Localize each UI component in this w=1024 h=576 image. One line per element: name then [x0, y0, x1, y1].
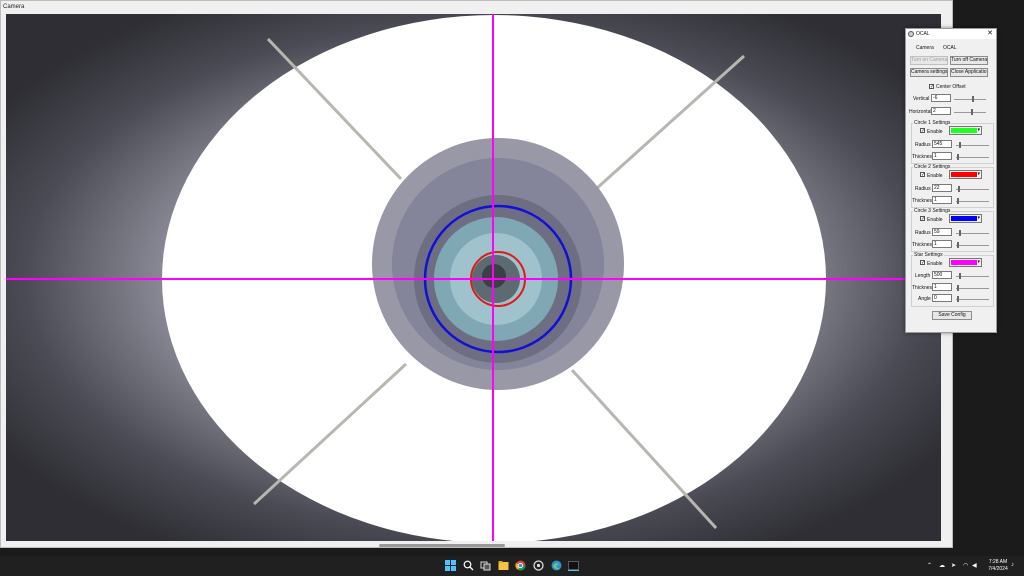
circle-1-radius-input[interactable]: 545: [932, 140, 952, 148]
tab-ocal[interactable]: OCAL: [943, 45, 957, 51]
horizontal-slider[interactable]: [954, 109, 986, 115]
close-icon[interactable]: ✕: [987, 29, 993, 37]
star-length-input[interactable]: 500: [932, 271, 952, 279]
telescope-view: [6, 14, 941, 541]
windows-start-icon[interactable]: [445, 560, 456, 571]
circle-3-radius-input[interactable]: 59: [932, 228, 952, 236]
vertical-input[interactable]: -6: [931, 94, 951, 102]
star-length-slider[interactable]: [956, 273, 989, 279]
center-offset-checkbox[interactable]: ✓: [929, 84, 934, 90]
chrome-icon[interactable]: [515, 560, 526, 571]
circle-2-enable-label: Enable: [927, 173, 943, 179]
file-explorer-icon[interactable]: [498, 560, 509, 571]
camera-feed: [6, 14, 941, 541]
vertical-slider[interactable]: [954, 96, 986, 102]
star-angle-slider[interactable]: [956, 296, 989, 302]
save-config-button[interactable]: Save Config: [932, 311, 972, 320]
horizontal-label: Horizontal: [909, 109, 932, 115]
circle-2-thickness-input[interactable]: 1: [932, 196, 952, 204]
camera-settings-button[interactable]: Camera settings: [910, 68, 948, 77]
star-angle-input[interactable]: 0: [932, 294, 952, 302]
ocal-panel: OCAL ✕ Camera OCAL Turn on Camera Turn o…: [905, 28, 997, 333]
circle-2-radius-slider[interactable]: [956, 186, 989, 192]
circle-3-thickness-input[interactable]: 1: [932, 240, 952, 248]
circle-1-title: Circle 1 Settings: [913, 120, 952, 126]
circle-3-enable-checkbox[interactable]: ✓: [920, 216, 925, 222]
circle-1-enable-checkbox[interactable]: ✓: [920, 128, 925, 134]
turn-on-camera-button[interactable]: Turn on Camera: [910, 56, 948, 65]
circle-3-title: Circle 3 Settings: [913, 208, 952, 214]
circle-3-enable-label: Enable: [927, 217, 943, 223]
vertical-label: Vertical: [913, 96, 930, 102]
speaker-icon[interactable]: ◀: [972, 562, 977, 569]
circle-2-radius-label: Radius: [915, 186, 931, 192]
circle-2-thickness-slider[interactable]: [956, 198, 989, 204]
circle-2-radius-input[interactable]: 22: [932, 184, 952, 192]
circle-1-radius-label: Radius: [915, 142, 931, 148]
circle-1-enable-label: Enable: [927, 129, 943, 135]
cloud-icon[interactable]: ☁: [939, 562, 945, 569]
circle-3-radius-slider[interactable]: [956, 230, 989, 236]
star-thickness-input[interactable]: 1: [932, 283, 952, 291]
star-enable-checkbox[interactable]: ✓: [920, 260, 925, 266]
circle-1-color-picker[interactable]: ▾: [949, 126, 982, 135]
horizontal-input[interactable]: 2: [931, 107, 951, 115]
star-thickness-slider[interactable]: [956, 285, 989, 291]
app-icon[interactable]: [533, 560, 544, 571]
circle-3-color-picker[interactable]: ▾: [949, 214, 982, 223]
circle-1-radius-slider[interactable]: [956, 142, 989, 148]
circle-3-thickness-slider[interactable]: [956, 242, 989, 248]
ocal-title: OCAL: [916, 31, 930, 37]
circle-2-color-picker[interactable]: ▾: [949, 170, 982, 179]
edge-icon[interactable]: [551, 560, 562, 571]
task-view-icon[interactable]: [480, 560, 491, 571]
star-enable-label: Enable: [927, 261, 943, 267]
circle-2-title: Circle 2 Settings: [913, 164, 952, 170]
star-settings-title: Star Settings: [913, 252, 944, 258]
terminal-icon[interactable]: [568, 560, 579, 571]
camera-window-title: Camera: [3, 4, 25, 10]
search-icon[interactable]: [463, 560, 474, 571]
tab-camera[interactable]: Camera: [916, 45, 934, 51]
notification-bell-icon[interactable]: ♪: [1011, 562, 1014, 568]
taskbar: ⌃ ☁ ➤ ◠ ◀ 7:28 AM 7/4/2024 ♪: [0, 556, 1024, 576]
close-application-button[interactable]: Close Application: [950, 68, 988, 77]
send-icon[interactable]: ➤: [951, 562, 956, 569]
circle-3-radius-label: Radius: [915, 230, 931, 236]
horizontal-scrollbar[interactable]: [379, 544, 505, 547]
center-offset-label: Center Offset: [936, 84, 966, 90]
circle-1-thickness-slider[interactable]: [956, 154, 989, 160]
star-angle-label: Angle: [918, 296, 931, 302]
wifi-icon[interactable]: ◠: [963, 562, 968, 569]
circle-1-thickness-input[interactable]: 1: [932, 152, 952, 160]
ocal-titlebar: OCAL ✕: [906, 29, 996, 39]
star-length-label: Length: [915, 273, 931, 279]
circle-2-enable-checkbox[interactable]: ✓: [920, 172, 925, 178]
star-color-picker[interactable]: ▾: [949, 258, 982, 267]
chevron-up-icon[interactable]: ⌃: [927, 562, 932, 569]
camera-window: Camera: [0, 0, 953, 548]
ocal-logo-icon: [908, 31, 914, 37]
turn-off-camera-button[interactable]: Turn off Camera: [950, 56, 988, 65]
